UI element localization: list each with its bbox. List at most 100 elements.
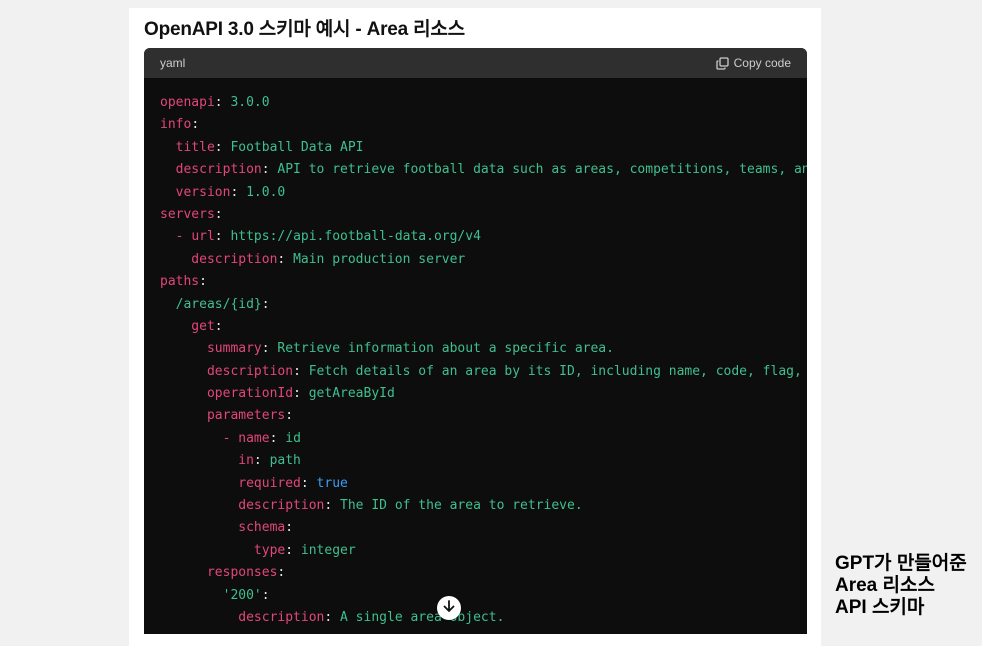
code-token: API to retrieve football data such as ar… (277, 162, 807, 178)
code-token: openapi (160, 95, 215, 110)
code-token: type (160, 542, 286, 558)
code-line: - url: https://api.football-data.org/v4 (160, 226, 807, 248)
arrow-down-icon (442, 599, 456, 618)
code-block: yaml Copy code openapi: 3.0.0 info: title… (144, 48, 807, 634)
code-token: title (160, 139, 215, 155)
code-token: required (160, 475, 301, 491)
code-token: : (214, 229, 231, 245)
code-line: description: API to retrieve football da… (160, 159, 807, 181)
code-token: : (214, 206, 223, 222)
code-line: responses: (160, 562, 807, 584)
code-line: title: Football Data API (160, 137, 807, 159)
code-token: url (191, 229, 215, 245)
code-token: version (160, 184, 231, 200)
code-token: Retrieve information about a specific ar… (277, 341, 614, 357)
scroll-to-bottom-button[interactable] (437, 596, 461, 620)
code-token: : (293, 363, 309, 379)
code-token: /areas/{id} (160, 296, 262, 312)
code-line: version: 1.0.0 (160, 182, 807, 204)
code-token: description (160, 251, 278, 267)
code-token: summary (160, 341, 262, 357)
code-token: servers (160, 206, 215, 222)
code-token: : (293, 386, 309, 402)
code-line: required: true (160, 473, 807, 495)
copy-icon (715, 56, 729, 70)
code-block-header: yaml Copy code (144, 48, 807, 78)
code-line: servers: (160, 204, 807, 226)
code-line: description: Main production server (160, 249, 807, 271)
code-token: A single area object. (340, 609, 505, 625)
code-token: get (160, 318, 215, 334)
code-token: : (214, 139, 231, 155)
code-token: : (199, 274, 207, 290)
code-line: description: Fetch details of an area by… (160, 361, 807, 383)
code-token: info (160, 117, 192, 133)
code-line: info: (160, 114, 807, 136)
code-token: in (160, 453, 254, 469)
code-token: : (269, 430, 286, 446)
code-token: description (160, 162, 262, 178)
code-token: id (285, 430, 301, 446)
code-token: operationId (160, 386, 294, 402)
code-token: description (160, 498, 325, 514)
code-content[interactable]: openapi: 3.0.0 info: title: Football Data… (160, 92, 807, 629)
code-token: : (285, 542, 301, 558)
code-line: '200': (160, 585, 807, 607)
code-line: paths: (160, 271, 807, 293)
code-token: path (269, 453, 301, 469)
code-line: parameters: (160, 405, 807, 427)
code-token: getAreaById (308, 386, 395, 402)
code-token: - (160, 229, 192, 245)
code-line: openapi: 3.0.0 (160, 92, 807, 114)
code-token: : (285, 520, 294, 536)
code-token: integer (300, 542, 356, 558)
code-token: : (261, 587, 270, 603)
code-line: get: (160, 316, 807, 338)
side-caption: GPT가 만들어준 Area 리소스 API 스키마 (835, 553, 967, 619)
code-token: https://api.football-data.org/v4 (230, 229, 481, 245)
code-line: /areas/{id}: (160, 294, 807, 316)
code-token: description (160, 609, 325, 625)
code-token: parameters (160, 408, 286, 424)
code-token: : (277, 565, 286, 581)
code-token: : (324, 498, 341, 514)
code-token: '200' (160, 587, 262, 603)
code-token: - (160, 430, 239, 446)
code-line: in: path (160, 450, 807, 472)
page-title: OpenAPI 3.0 스키마 예시 - Area 리소스 (144, 19, 465, 40)
code-token: 3.0.0 (230, 95, 270, 110)
code-line: - name: id (160, 428, 807, 450)
code-token: Football Data API (230, 139, 364, 155)
caption-line: GPT가 만들어준 (835, 553, 967, 574)
code-line: schema: (160, 517, 807, 539)
code-token: : (214, 318, 223, 334)
code-token: Main production server (293, 251, 466, 267)
code-token: : (253, 453, 270, 469)
code-token: description (160, 363, 294, 379)
code-token: true (316, 475, 348, 491)
code-token: : (214, 95, 231, 110)
code-line: description: The ID of the area to retri… (160, 495, 807, 517)
caption-line: Area 리소스 (835, 575, 935, 596)
code-token: Fetch details of an area by its ID, incl… (308, 363, 807, 379)
code-token: : (324, 609, 341, 625)
code-token: : (261, 341, 278, 357)
copy-code-label: Copy code (733, 56, 791, 70)
code-token: : (261, 162, 278, 178)
code-line: operationId: getAreaById (160, 383, 807, 405)
code-token: : (191, 117, 200, 133)
code-line: summary: Retrieve information about a sp… (160, 338, 807, 360)
code-token: name (238, 430, 270, 446)
code-line: description: A single area object. (160, 607, 807, 629)
caption-line: API 스키마 (835, 597, 925, 618)
code-line: type: integer (160, 540, 807, 562)
code-token: The ID of the area to retrieve. (340, 498, 583, 514)
copy-code-button[interactable]: Copy code (715, 56, 791, 70)
code-token: schema (160, 520, 286, 536)
code-token: : (300, 475, 317, 491)
code-token: : (230, 184, 247, 200)
code-language-label: yaml (160, 56, 186, 70)
code-token: : (285, 408, 294, 424)
code-token: paths (160, 274, 200, 290)
code-token: : (277, 251, 294, 267)
